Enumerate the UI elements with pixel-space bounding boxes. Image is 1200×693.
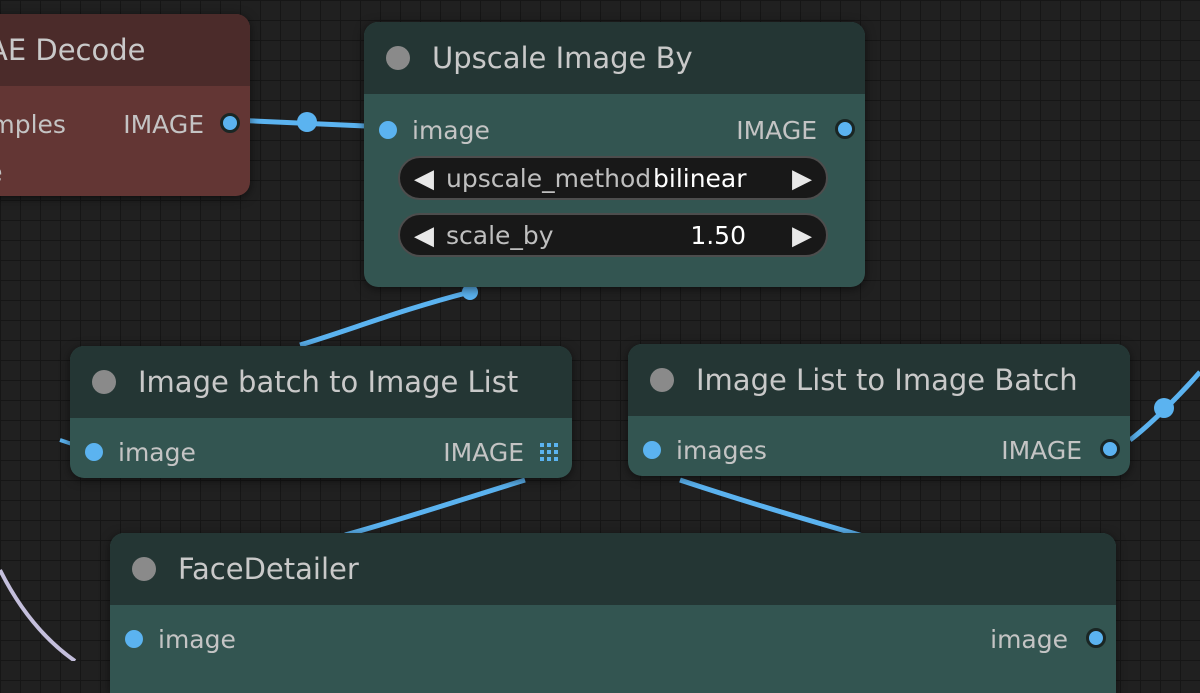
collapse-dot[interactable]	[132, 557, 156, 581]
image-batch-to-list-node[interactable]: Image batch to Image List image IMAGE	[70, 346, 572, 478]
vae-decode-node[interactable]: VAE Decode samples IMAGE vae	[0, 14, 250, 196]
wire-right-reroute-dot	[1154, 398, 1174, 418]
output-label: IMAGE	[736, 115, 817, 145]
output-label: image	[990, 624, 1068, 654]
node-io-row: image image	[110, 619, 1116, 659]
input-slot-images[interactable]	[643, 441, 661, 459]
widget-value: bilinear	[653, 164, 747, 193]
output-slot-image[interactable]	[835, 119, 855, 139]
collapse-dot[interactable]	[650, 368, 674, 392]
input-slot-image[interactable]	[125, 630, 143, 648]
wire-upscale-to-batchlist	[299, 289, 471, 348]
output-slot-image[interactable]	[1086, 628, 1106, 648]
output-label: IMAGE	[1001, 435, 1082, 465]
node-title: Image batch to Image List	[138, 365, 519, 399]
node-header[interactable]: Upscale Image By	[364, 22, 865, 94]
output-slot-image[interactable]	[1100, 439, 1120, 459]
node-title: FaceDetailer	[178, 552, 359, 586]
node-title: VAE Decode	[0, 33, 146, 67]
wire-batchlist-to-facedetailer	[344, 477, 526, 538]
widget-value: 1.50	[690, 221, 746, 250]
arrow-left-icon[interactable]: ◀	[414, 221, 434, 251]
scale-by-number[interactable]: ◀ scale_by 1.50 ▶	[398, 213, 828, 257]
node-row-samples: samples IMAGE	[0, 104, 250, 144]
wire-listbatch-to-facedetailer	[679, 477, 871, 541]
wire-listbatch-output	[1128, 370, 1200, 442]
upscale-image-by-node[interactable]: Upscale Image By image IMAGE ◀ upscale_m…	[364, 22, 865, 287]
input-label-samples: samples	[0, 109, 66, 139]
widget-name: scale_by	[446, 221, 554, 250]
list-output-grid-icon[interactable]	[540, 443, 558, 461]
node-io-row: image IMAGE	[70, 432, 572, 472]
node-header[interactable]: Image batch to Image List	[70, 346, 572, 418]
wire-reroute-dot	[297, 112, 317, 132]
wire-curve-left	[0, 569, 77, 661]
output-slot[interactable]	[220, 113, 240, 133]
upscale-method-combo[interactable]: ◀ upscale_method bilinear ▶	[398, 156, 828, 200]
input-label: image	[118, 437, 196, 467]
output-label: IMAGE	[443, 437, 524, 467]
node-title: Image List to Image Batch	[696, 363, 1078, 397]
input-slot-image[interactable]	[379, 121, 397, 139]
node-header[interactable]: VAE Decode	[0, 14, 250, 86]
image-list-to-batch-node[interactable]: Image List to Image Batch images IMAGE	[628, 344, 1130, 476]
face-detailer-node[interactable]: FaceDetailer image image	[110, 533, 1116, 693]
input-label: image	[158, 624, 236, 654]
node-header[interactable]: FaceDetailer	[110, 533, 1116, 605]
node-title: Upscale Image By	[432, 41, 693, 75]
node-io-row: image IMAGE	[364, 110, 865, 150]
arrow-right-icon[interactable]: ▶	[792, 164, 812, 194]
node-header[interactable]: Image List to Image Batch	[628, 344, 1130, 416]
collapse-dot[interactable]	[92, 370, 116, 394]
input-label-vae: vae	[0, 158, 3, 187]
collapse-dot[interactable]	[386, 46, 410, 70]
output-label: IMAGE	[123, 109, 204, 139]
node-io-row: images IMAGE	[628, 430, 1130, 470]
arrow-left-icon[interactable]: ◀	[414, 164, 434, 194]
node-row-vae: vae	[0, 152, 250, 192]
input-slot-image[interactable]	[85, 443, 103, 461]
input-label: images	[676, 435, 767, 465]
input-label: image	[412, 115, 490, 145]
arrow-right-icon[interactable]: ▶	[792, 221, 812, 251]
widget-name: upscale_method	[446, 164, 652, 193]
